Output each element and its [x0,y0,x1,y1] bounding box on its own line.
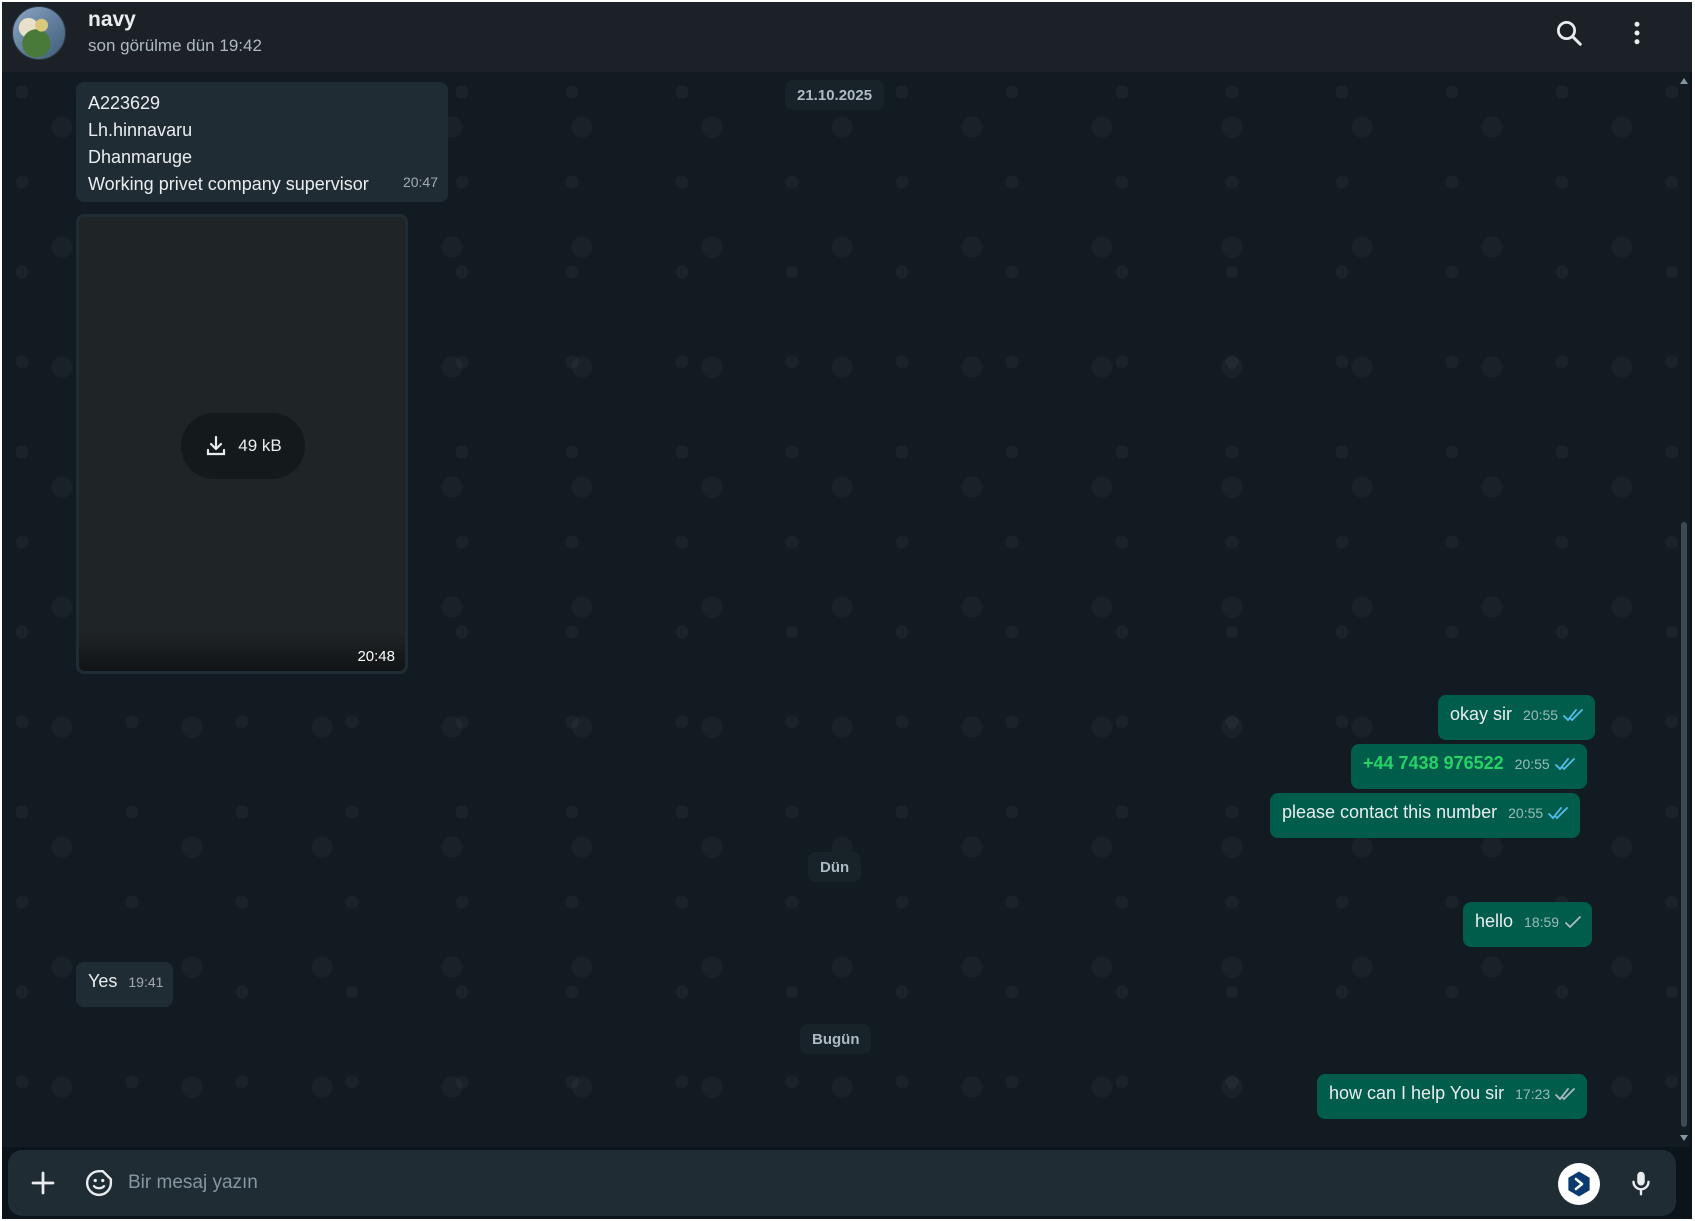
message-text: how can I help You sir [1329,1083,1505,1103]
incoming-message[interactable]: A223629 Lh.hinnavaru Dhanmaruge Working … [76,82,448,202]
message-time: 20:47 [402,174,438,190]
date-separator: Bugün [800,1024,872,1054]
outgoing-message[interactable]: +44 7438 976522 20:55 [1351,744,1587,789]
date-separator: 21.10.2025 [785,80,885,110]
read-ticks-icon [1554,758,1575,771]
scroll-down-arrow-icon[interactable] [1680,1135,1688,1141]
message-list[interactable]: 21.10.2025 A223629 Lh.hinnavaru Dhanmaru… [2,72,1678,1147]
last-seen-status: son görülme dün 19:42 [88,36,262,55]
message-text: please contact this number [1282,802,1498,822]
message-text: Yes [88,971,118,991]
message-time: 20:48 [357,648,395,665]
search-icon[interactable] [1554,18,1584,48]
chat-window: navy son görülme dün 19:42 21.10.2025 A2… [2,2,1692,1219]
download-button[interactable]: 49 kB [181,413,305,479]
outgoing-message[interactable]: okay sir 20:55 [1438,695,1596,740]
plus-icon[interactable] [28,1168,58,1198]
phone-number-link[interactable]: +44 7438 976522 [1363,753,1504,773]
scrollbar[interactable] [1678,72,1690,1147]
message-line: A223629 [88,93,161,113]
outgoing-message[interactable]: how can I help You sir 17:23 [1317,1074,1588,1119]
date-separator: Dün [808,852,862,882]
media-shade [79,631,405,671]
message-time: 17:23 [1515,1086,1551,1102]
message-text: okay sir [1450,704,1513,724]
download-icon [207,435,226,456]
scroll-thumb[interactable] [1681,522,1687,1127]
file-size: 49 kB [238,436,282,455]
read-ticks-icon [1555,1088,1576,1101]
message-line: Dhanmaruge [88,147,193,167]
scroll-up-arrow-icon[interactable] [1680,78,1688,84]
media-message[interactable]: 49 kB 20:48 [76,214,408,674]
message-time: 20:55 [1523,707,1559,723]
message-time: 20:55 [1514,756,1550,772]
message-time: 20:55 [1508,805,1544,821]
message-line: Lh.hinnavaru [88,120,193,140]
outgoing-message[interactable]: please contact this number 20:55 [1270,793,1581,838]
message-time: 18:59 [1524,914,1560,930]
avatar[interactable] [12,6,66,60]
extension-logo-icon [1568,1171,1590,1197]
message-line: Working privet company supervisor [88,174,369,194]
read-ticks-icon [1548,807,1569,820]
message-composer [8,1150,1676,1216]
extension-button[interactable] [1558,1163,1600,1205]
read-ticks-icon [1563,709,1583,722]
contact-name[interactable]: navy [88,8,136,32]
incoming-message[interactable]: Yes 19:41 [76,962,174,1007]
outgoing-message[interactable]: hello 18:59 [1463,902,1593,947]
kebab-menu-icon[interactable] [1622,18,1652,48]
message-time: 19:41 [128,974,164,990]
microphone-icon[interactable] [1626,1168,1656,1198]
sent-tick-icon [1565,916,1582,929]
message-text: hello [1475,911,1514,931]
sticker-icon[interactable] [84,1168,114,1198]
message-input[interactable] [128,1164,1528,1202]
chat-header: navy son görülme dün 19:42 [2,2,1692,72]
